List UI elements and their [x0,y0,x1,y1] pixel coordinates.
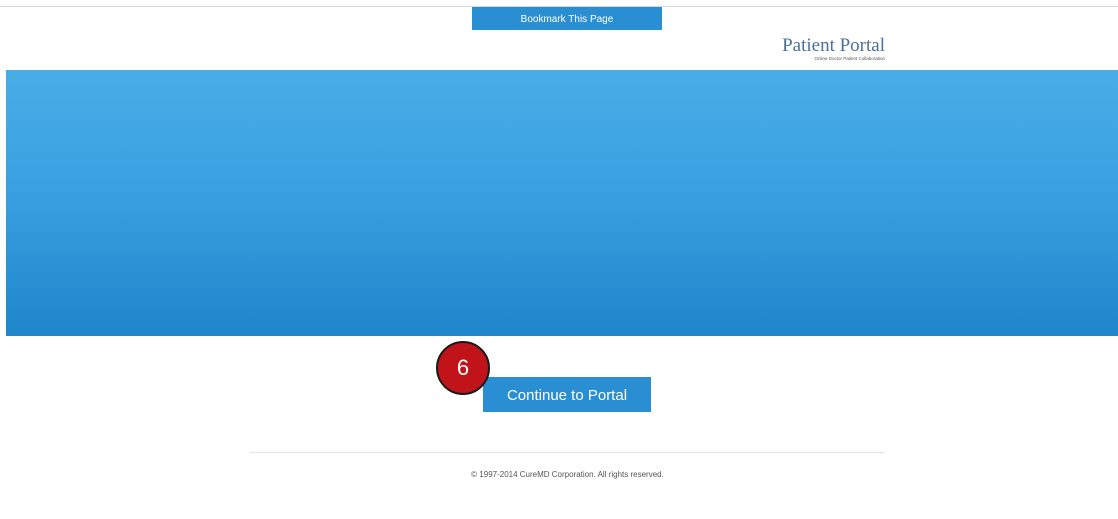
continue-to-portal-button[interactable]: Continue to Portal [483,377,651,412]
patient-portal-logo: Patient Portal Online Doctor Patient Col… [780,36,885,62]
step-number-badge: 6 [436,341,490,395]
footer-divider [250,452,885,453]
logo-title: Patient Portal [782,35,885,56]
copyright-text: © 1997-2014 CureMD Corporation. All righ… [471,470,664,479]
hero-banner [6,70,1118,336]
bookmark-button[interactable]: Bookmark This Page [472,7,662,30]
logo-tagline: Online Doctor Patient Collaboration [814,56,885,61]
